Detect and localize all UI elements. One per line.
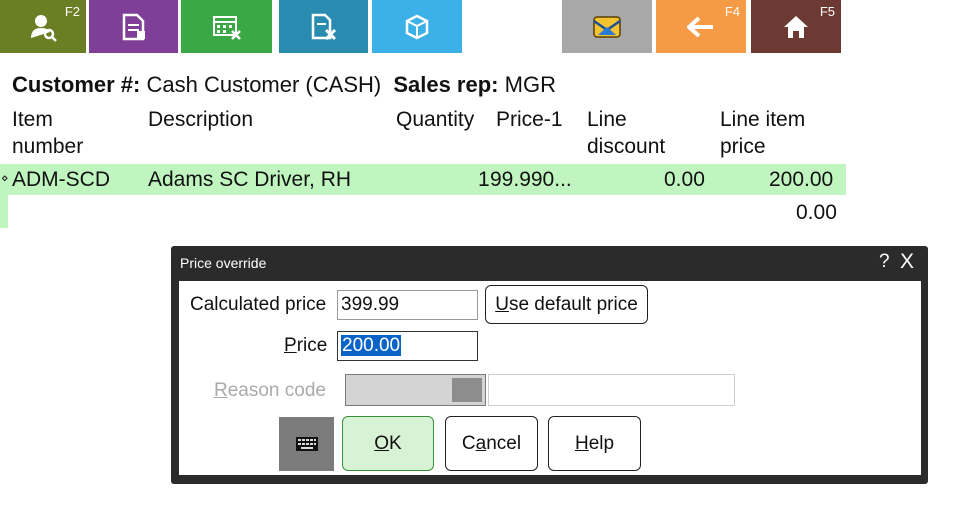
price-override-dialog: Price override ? X Calculated price 399.… bbox=[171, 246, 928, 484]
cell-item-number[interactable]: ADM-SCD bbox=[12, 164, 110, 195]
cell-line-item-price[interactable]: 200.00 bbox=[769, 164, 833, 195]
back-arrow-icon bbox=[687, 16, 713, 37]
home-button[interactable]: F5 bbox=[751, 0, 841, 53]
salesrep-label: Sales rep: bbox=[393, 72, 499, 97]
calculator-delete-button[interactable] bbox=[181, 0, 272, 53]
cancel-button[interactable]: Ca ncel bbox=[445, 416, 538, 471]
column-header-price[interactable]: Price-1 bbox=[496, 106, 563, 133]
document-icon bbox=[122, 13, 145, 40]
calculated-price-label: Calculated price bbox=[190, 294, 327, 315]
customer-search-icon bbox=[31, 14, 57, 42]
salesrep-value: MGR bbox=[504, 72, 556, 97]
customer-value: Cash Customer (CASH) bbox=[146, 72, 382, 97]
calculated-price-field: 399.99 bbox=[337, 290, 478, 320]
current-row-marker-icon: ⋄ bbox=[1, 171, 9, 185]
reason-code-label: Reason code bbox=[214, 380, 326, 401]
cell-quantity[interactable]: 1 bbox=[478, 164, 490, 195]
use-default-price-button[interactable]: Use default price bbox=[485, 285, 648, 324]
mail-button[interactable] bbox=[562, 0, 652, 53]
column-header-quantity[interactable]: Quantity bbox=[396, 106, 474, 133]
keyboard-button[interactable] bbox=[279, 417, 334, 471]
f2-key-hint: F2 bbox=[64, 4, 80, 19]
reason-code-select[interactable] bbox=[345, 374, 486, 406]
customer-lookup-button[interactable]: F2 bbox=[0, 0, 86, 53]
document-delete-icon bbox=[311, 13, 336, 40]
close-icon[interactable]: X bbox=[900, 250, 914, 274]
f4-key-hint: F4 bbox=[724, 4, 740, 19]
price-label: Price bbox=[284, 335, 328, 356]
help-button[interactable]: Help bbox=[548, 416, 641, 471]
mail-icon bbox=[593, 15, 621, 38]
reason-code-dropdown-button[interactable] bbox=[452, 378, 482, 402]
table-row[interactable] bbox=[0, 164, 846, 195]
help-icon[interactable]: ? bbox=[879, 251, 890, 273]
calculator-delete-icon bbox=[212, 15, 241, 40]
cell-description[interactable]: Adams SC Driver, RH bbox=[148, 164, 351, 195]
price-input[interactable]: 200.00 bbox=[337, 331, 478, 361]
customer-label: Customer #: bbox=[12, 72, 141, 97]
dialog-title: Price override bbox=[180, 255, 267, 271]
column-header-line-item-price[interactable]: Line item price bbox=[720, 106, 805, 160]
column-header-item-number[interactable]: Item number bbox=[12, 106, 83, 160]
document-button[interactable] bbox=[89, 0, 178, 53]
document-delete-button[interactable] bbox=[279, 0, 368, 53]
package-button[interactable] bbox=[372, 0, 462, 53]
row-highlight-strip bbox=[0, 195, 8, 228]
order-total: 0.00 bbox=[796, 201, 837, 224]
cell-price[interactable]: 99.990... bbox=[490, 164, 572, 195]
f5-key-hint: F5 bbox=[819, 4, 835, 19]
cell-line-discount[interactable]: 0.00 bbox=[664, 164, 705, 195]
selected-price-text: 200.00 bbox=[341, 335, 402, 356]
package-icon bbox=[405, 14, 429, 39]
dialog-body: Calculated price 399.99 Use default pric… bbox=[179, 281, 921, 475]
home-icon bbox=[784, 15, 808, 38]
ok-button[interactable]: OK bbox=[342, 416, 434, 471]
reason-description-field bbox=[488, 374, 735, 406]
back-button[interactable]: F4 bbox=[656, 0, 746, 53]
keyboard-icon bbox=[295, 437, 318, 451]
column-header-line-discount[interactable]: Line discount bbox=[587, 106, 665, 160]
order-header: Customer #: Cash Customer (CASH) Sales r… bbox=[12, 72, 562, 98]
column-header-description[interactable]: Description bbox=[148, 106, 253, 133]
